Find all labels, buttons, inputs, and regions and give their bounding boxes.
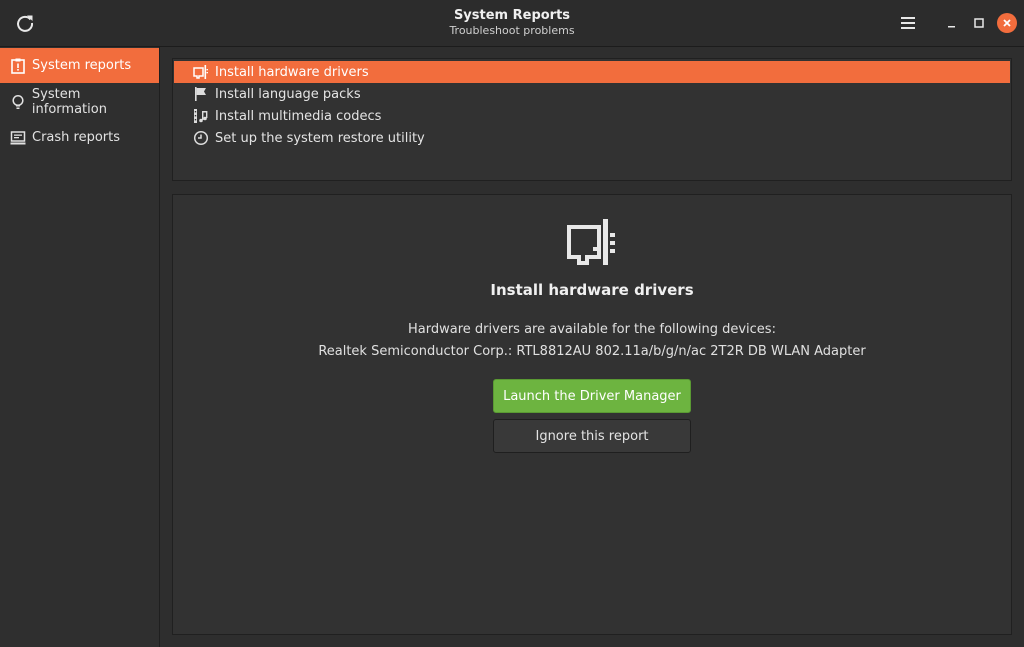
report-item-label: Set up the system restore utility <box>215 130 425 146</box>
lightbulb-icon <box>9 93 27 111</box>
report-item-system-restore[interactable]: Set up the system restore utility <box>174 127 1010 149</box>
detail-title: Install hardware drivers <box>490 281 694 299</box>
report-item-multimedia-codecs[interactable]: Install multimedia codecs <box>174 105 1010 127</box>
sidebar-item-system-reports[interactable]: System reports <box>0 48 159 83</box>
hardware-card-icon <box>567 217 619 267</box>
system-reports-window: System Reports Troubleshoot problems Sys… <box>0 0 1024 647</box>
maximize-icon[interactable] <box>969 13 989 33</box>
sidebar-item-system-information[interactable]: System information <box>0 84 159 119</box>
report-item-label: Install multimedia codecs <box>215 108 382 124</box>
sidebar-item-crash-reports[interactable]: Crash reports <box>0 120 159 155</box>
monitor-icon <box>9 129 27 147</box>
clock-icon <box>193 130 209 146</box>
detail-device: Realtek Semiconductor Corp.: RTL8812AU 8… <box>318 344 866 359</box>
window-subtitle: Troubleshoot problems <box>449 24 575 37</box>
ignore-report-button[interactable]: Ignore this report <box>493 419 691 453</box>
sidebar-item-label: System information <box>31 86 107 117</box>
film-music-icon <box>193 108 209 124</box>
report-list: Install hardware drivers Install languag… <box>172 58 1012 181</box>
close-icon[interactable] <box>997 13 1017 33</box>
detail-description: Hardware drivers are available for the f… <box>408 322 776 337</box>
flag-icon <box>193 86 209 102</box>
minimize-icon[interactable] <box>942 13 962 33</box>
sidebar: System reports System information Crash … <box>0 47 160 647</box>
sidebar-item-label: System reports <box>32 58 132 73</box>
report-icon <box>9 57 27 75</box>
report-item-language-packs[interactable]: Install language packs <box>174 83 1010 105</box>
report-item-hardware-drivers[interactable]: Install hardware drivers <box>174 61 1010 83</box>
report-item-label: Install hardware drivers <box>215 64 369 80</box>
window-title: System Reports <box>453 8 571 23</box>
sidebar-item-label: Crash reports <box>32 130 121 145</box>
title-block: System Reports Troubleshoot problems <box>0 8 1024 38</box>
hardware-card-icon <box>193 64 209 80</box>
report-detail: Install hardware drivers Hardware driver… <box>172 194 1012 635</box>
report-item-label: Install language packs <box>215 86 361 102</box>
launch-driver-manager-button[interactable]: Launch the Driver Manager <box>493 379 691 413</box>
hamburger-menu-icon[interactable] <box>898 13 918 33</box>
header-bar: System Reports Troubleshoot problems <box>0 0 1024 47</box>
